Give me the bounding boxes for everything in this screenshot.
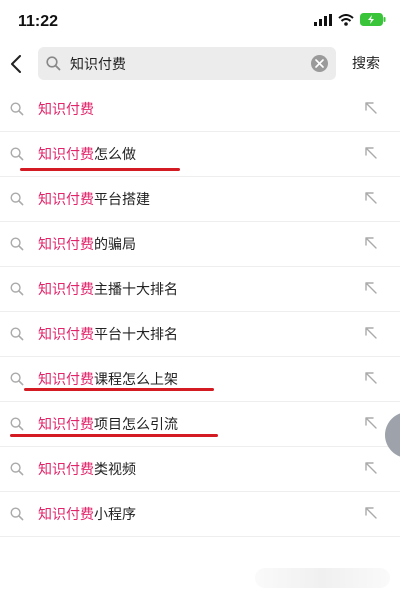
search-bar: 搜索 (0, 44, 400, 84)
battery-charging-icon (360, 13, 386, 26)
suggestion-keyword: 知识付费 (38, 462, 94, 478)
fill-query-arrow-icon[interactable] (364, 506, 378, 520)
suggestion-keyword: 知识付费 (38, 417, 94, 433)
suggestion-item[interactable]: 知识付费 (0, 87, 400, 132)
search-icon (10, 237, 24, 251)
suggestion-item[interactable]: 知识付费平台十大排名 (0, 312, 400, 357)
suggestion-item[interactable]: 知识付费小程序 (0, 492, 400, 537)
suggestion-keyword: 知识付费 (38, 372, 94, 388)
fill-query-arrow-icon[interactable] (364, 191, 378, 205)
suggestion-list: 知识付费 知识付费怎么做 知识付费平台搭建 知识付费的骗局 知识付费主播十大排名… (0, 87, 400, 537)
suggestion-suffix: 课程怎么上架 (94, 372, 178, 388)
suggestion-keyword: 知识付费 (38, 147, 94, 163)
suggestion-label: 知识付费课程怎么上架 (38, 369, 178, 389)
search-icon (10, 102, 24, 116)
suggestion-keyword: 知识付费 (38, 327, 94, 343)
suggestion-suffix: 类视频 (94, 462, 136, 478)
suggestion-keyword: 知识付费 (38, 192, 94, 208)
suggestion-label: 知识付费平台搭建 (38, 189, 150, 209)
fill-query-arrow-icon[interactable] (364, 416, 378, 430)
suggestion-item[interactable]: 知识付费课程怎么上架 (0, 357, 400, 402)
chevron-left-icon (11, 55, 21, 73)
wifi-icon (338, 13, 354, 26)
fill-query-arrow-icon[interactable] (364, 281, 378, 295)
suggestion-label: 知识付费项目怎么引流 (38, 414, 178, 434)
suggestion-label: 知识付费主播十大排名 (38, 279, 178, 299)
suggestion-label: 知识付费怎么做 (38, 144, 136, 164)
suggestion-label: 知识付费小程序 (38, 504, 136, 524)
fill-query-arrow-icon[interactable] (364, 461, 378, 475)
fill-query-arrow-icon[interactable] (364, 236, 378, 250)
suggestion-label: 知识付费 (38, 99, 94, 119)
annotation-underline (24, 388, 214, 391)
suggestion-keyword: 知识付费 (38, 282, 94, 298)
suggestion-item[interactable]: 知识付费平台搭建 (0, 177, 400, 222)
suggestion-suffix: 小程序 (94, 507, 136, 523)
suggestion-suffix: 项目怎么引流 (94, 417, 178, 433)
suggestion-label: 知识付费的骗局 (38, 234, 136, 254)
search-submit-button[interactable]: 搜索 (352, 53, 380, 73)
search-box[interactable] (38, 47, 336, 80)
close-icon (315, 59, 324, 68)
suggestion-suffix: 平台搭建 (94, 192, 150, 208)
suggestion-suffix: 的骗局 (94, 237, 136, 253)
fill-query-arrow-icon[interactable] (364, 146, 378, 160)
suggestion-keyword: 知识付费 (38, 102, 94, 118)
suggestion-suffix: 平台十大排名 (94, 327, 178, 343)
suggestion-label: 知识付费类视频 (38, 459, 136, 479)
search-icon (10, 507, 24, 521)
back-button[interactable] (4, 48, 28, 80)
annotation-underline (10, 434, 218, 437)
search-icon (10, 372, 24, 386)
search-icon (10, 282, 24, 296)
fill-query-arrow-icon[interactable] (364, 101, 378, 115)
suggestion-item[interactable]: 知识付费项目怎么引流 (0, 402, 400, 447)
search-icon (10, 147, 24, 161)
fill-query-arrow-icon[interactable] (364, 326, 378, 340)
cellular-signal-icon (314, 13, 332, 26)
suggestion-item[interactable]: 知识付费主播十大排名 (0, 267, 400, 312)
search-input[interactable] (70, 47, 302, 80)
status-bar: 11:22 (0, 0, 400, 44)
suggestion-keyword: 知识付费 (38, 507, 94, 523)
suggestion-label: 知识付费平台十大排名 (38, 324, 178, 344)
suggestion-keyword: 知识付费 (38, 237, 94, 253)
search-icon (10, 462, 24, 476)
blurred-overlay (255, 568, 390, 588)
suggestion-item[interactable]: 知识付费类视频 (0, 447, 400, 492)
search-icon (46, 56, 61, 71)
annotation-underline (20, 168, 180, 171)
suggestion-suffix: 怎么做 (94, 147, 136, 163)
clear-search-button[interactable] (311, 55, 328, 72)
suggestion-suffix: 主播十大排名 (94, 282, 178, 298)
search-icon (10, 327, 24, 341)
fill-query-arrow-icon[interactable] (364, 371, 378, 385)
search-icon (10, 417, 24, 431)
status-icons (314, 13, 386, 26)
status-time: 11:22 (18, 13, 59, 30)
search-icon (10, 192, 24, 206)
suggestion-item[interactable]: 知识付费的骗局 (0, 222, 400, 267)
